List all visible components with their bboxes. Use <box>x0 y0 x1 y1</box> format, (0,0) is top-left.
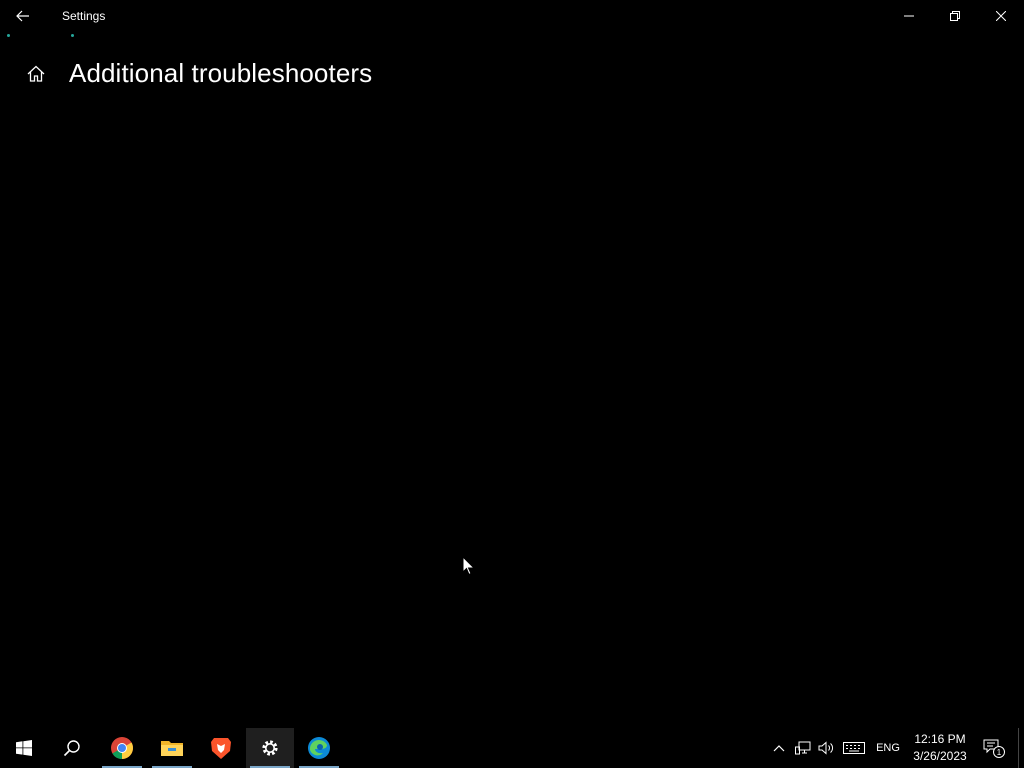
restore-button[interactable] <box>932 0 978 32</box>
input-language-button[interactable]: ENG <box>872 728 904 768</box>
clock[interactable]: 12:16 PM 3/26/2023 <box>904 731 976 765</box>
notification-count: 1 <box>997 748 1002 757</box>
speaker-icon <box>818 741 833 755</box>
app-title: Settings <box>62 9 106 23</box>
title-bar: Settings <box>0 0 1024 32</box>
close-icon <box>996 11 1006 21</box>
chevron-up-icon <box>773 745 785 752</box>
restore-icon <box>950 11 960 21</box>
action-center-button[interactable]: 1 <box>980 728 1008 768</box>
taskbar-settings[interactable] <box>246 728 294 768</box>
taskbar-brave[interactable] <box>197 728 245 768</box>
language-indicator: ENG <box>876 742 900 754</box>
volume-button[interactable] <box>815 728 837 768</box>
edge-icon <box>308 737 330 759</box>
file-explorer-icon <box>161 741 183 756</box>
loading-indicator-dot <box>71 34 74 37</box>
close-button[interactable] <box>978 0 1024 32</box>
touch-keyboard-button[interactable] <box>840 728 868 768</box>
search-icon <box>63 740 80 757</box>
back-button[interactable] <box>0 0 46 32</box>
home-button[interactable] <box>24 62 48 86</box>
taskbar-file-explorer[interactable] <box>148 728 196 768</box>
show-desktop-button[interactable] <box>1018 728 1024 768</box>
notification-icon: 1 <box>983 739 1005 758</box>
show-hidden-icons-button[interactable] <box>768 728 790 768</box>
keyboard-icon <box>843 742 865 754</box>
settings-gear-icon <box>262 740 278 756</box>
taskbar-edge[interactable] <box>295 728 343 768</box>
brave-icon <box>211 738 231 759</box>
minimize-icon <box>904 15 914 17</box>
clock-time: 12:16 PM <box>914 732 966 746</box>
taskbar-chrome[interactable] <box>98 728 146 768</box>
page-title: Additional troubleshooters <box>69 58 373 88</box>
taskbar: ENG 12:16 PM 3/26/2023 1 <box>0 728 1024 768</box>
loading-indicator-dot <box>7 34 10 37</box>
search-button[interactable] <box>48 728 96 768</box>
network-button[interactable] <box>792 728 814 768</box>
back-arrow-icon <box>16 10 29 22</box>
network-icon <box>795 741 811 755</box>
clock-date: 3/26/2023 <box>913 749 967 763</box>
minimize-button[interactable] <box>886 0 932 32</box>
mouse-cursor-icon <box>462 556 476 576</box>
chrome-icon <box>111 737 133 759</box>
home-icon <box>27 65 45 82</box>
start-button[interactable] <box>0 728 48 768</box>
windows-logo-icon <box>16 740 32 756</box>
